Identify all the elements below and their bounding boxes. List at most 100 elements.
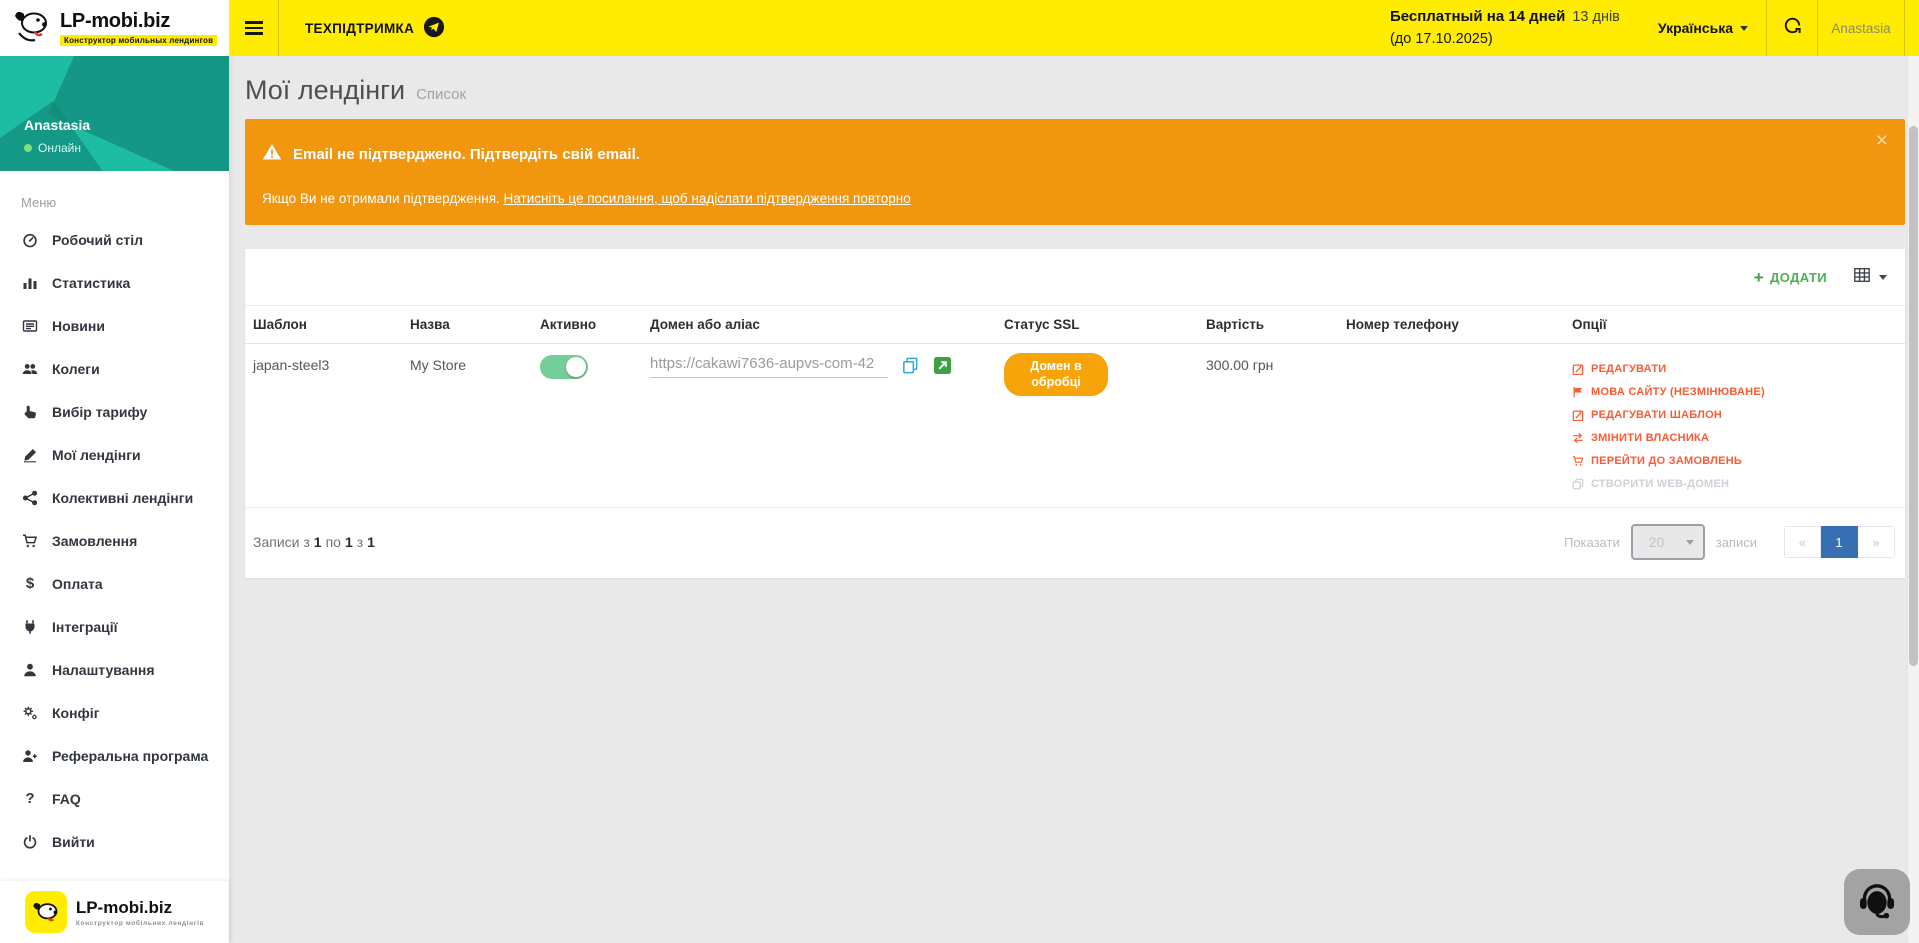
page-title: Мої лендінги — [245, 75, 405, 106]
col-domain[interactable]: Домен або аліас — [642, 306, 996, 344]
sidebar-item-integrations[interactable]: Інтеграції — [0, 605, 229, 648]
pagination-prev-button[interactable]: « — [1784, 526, 1821, 558]
user-menu[interactable]: Anastasia — [1818, 0, 1904, 56]
copy-icon[interactable] — [901, 356, 920, 375]
email-warning-banner: Email не підтверджено. Підтвердіть свій … — [245, 119, 1905, 225]
sidebar-item-colleagues[interactable]: Колеги — [0, 347, 229, 390]
edit-icon — [1572, 363, 1585, 375]
domain-input[interactable] — [650, 353, 888, 378]
telegram-icon — [423, 16, 445, 41]
sidebar-item-statistics[interactable]: Статистика — [0, 261, 229, 304]
newspaper-icon — [21, 318, 39, 334]
show-label: Показати — [1564, 535, 1620, 550]
cogs-icon — [21, 705, 39, 721]
sidebar-item-tariff[interactable]: Вибір тарифу — [0, 390, 229, 433]
user-plus-icon — [21, 748, 39, 764]
scrollbar-track — [1907, 56, 1919, 943]
dog-mascot-icon — [25, 891, 67, 933]
cell-name: My Store — [402, 344, 532, 508]
sidebar-item-label: Налаштування — [52, 662, 155, 678]
page-size-select[interactable]: 20 — [1631, 524, 1705, 560]
pagination-page-1-button[interactable]: 1 — [1821, 526, 1858, 558]
share-icon — [21, 490, 39, 506]
sidebar-footer-logo[interactable]: LP-mobi.biz Конструктор мобільних лендін… — [0, 881, 229, 943]
col-options[interactable]: Опції — [1564, 306, 1905, 344]
brand-logo[interactable]: LP-mobi.biz Конструктор мобильных лендин… — [0, 0, 229, 56]
profile-name: Anastasia — [24, 117, 229, 133]
sidebar-item-desktop[interactable]: Робочий стіл — [0, 218, 229, 261]
headset-icon — [1857, 880, 1897, 925]
sidebar-item-label: Конфіг — [52, 705, 100, 721]
add-landing-button[interactable]: + ДОДАТИ — [1754, 269, 1827, 286]
sidebar-item-referral[interactable]: Реферальна програма — [0, 734, 229, 777]
sidebar-toggle-button[interactable] — [229, 0, 279, 56]
scrollbar-thumb[interactable] — [1909, 126, 1918, 666]
sidebar-item-news[interactable]: Новини — [0, 304, 229, 347]
tech-support-link[interactable]: ТЕХПІДТРИМКА — [279, 0, 471, 56]
pagination-next-button[interactable]: » — [1858, 526, 1895, 558]
username-label: Anastasia — [1831, 21, 1890, 36]
sidebar-item-label: FAQ — [52, 791, 81, 807]
user-icon — [21, 662, 39, 678]
option-change-owner[interactable]: ЗМІНИТИ ВЛАСНИКА — [1572, 426, 1897, 449]
cell-phone — [1338, 344, 1564, 508]
cell-template: japan-steel3 — [245, 344, 402, 508]
clone-icon — [1572, 478, 1585, 490]
column-visibility-button[interactable] — [1853, 266, 1887, 289]
sidebar-item-label: Реферальна програма — [52, 748, 208, 764]
sidebar-item-settings[interactable]: Налаштування — [0, 648, 229, 691]
bar-chart-icon — [21, 275, 39, 291]
tachometer-icon — [21, 232, 39, 248]
footer-logo-title: LP-mobi.biz — [76, 898, 204, 918]
dog-mascot-icon — [12, 6, 52, 51]
sidebar-item-config[interactable]: Конфіг — [0, 691, 229, 734]
hand-pointer-icon — [21, 404, 39, 420]
col-price[interactable]: Вартість — [1198, 306, 1338, 344]
close-icon[interactable]: × — [1876, 130, 1888, 151]
pagination: « 1 » — [1784, 526, 1895, 558]
col-name[interactable]: Назва — [402, 306, 532, 344]
profile-status-label: Онлайн — [38, 141, 81, 155]
active-toggle[interactable] — [540, 355, 588, 379]
edit-icon — [1572, 409, 1585, 421]
trial-days-left: 13 днів — [1572, 7, 1620, 28]
language-label: Українська — [1658, 20, 1733, 36]
page-subtitle: Список — [416, 86, 466, 103]
col-active[interactable]: Активно — [532, 306, 642, 344]
sidebar-item-label: Інтеграції — [52, 619, 118, 635]
page-header: Мої лендінги Список — [229, 56, 1919, 119]
users-icon — [21, 361, 39, 377]
dollar-icon: $ — [21, 575, 39, 592]
sidebar-item-my-landings[interactable]: Мої лендінги — [0, 433, 229, 476]
refresh-button[interactable] — [1767, 0, 1817, 56]
cell-price: 300.00 грн — [1198, 344, 1338, 508]
alert-text: Якщо Ви не отримали підтвердження. — [262, 191, 500, 206]
sidebar-item-collective-landings[interactable]: Колективні лендінги — [0, 476, 229, 519]
support-label: ТЕХПІДТРИМКА — [305, 21, 414, 36]
sidebar-profile: Anastasia Онлайн — [0, 56, 229, 171]
sidebar-item-faq[interactable]: ? FAQ — [0, 777, 229, 820]
language-selector[interactable]: Українська — [1640, 0, 1766, 56]
sidebar-item-payment[interactable]: $ Оплата — [0, 562, 229, 605]
trial-plan-label: Бесплатный на 14 дней — [1390, 6, 1565, 28]
sidebar-item-label: Замовлення — [52, 533, 137, 549]
table-row: japan-steel3 My Store — [245, 344, 1905, 508]
sidebar-item-logout[interactable]: Вийти — [0, 820, 229, 863]
option-site-language[interactable]: МОВА САЙТУ (НЕЗМІНЮВАНЕ) — [1572, 380, 1897, 403]
table-grid-icon — [1853, 266, 1871, 289]
col-template[interactable]: Шаблон — [245, 306, 402, 344]
option-label: РЕДАГУВАТИ ШАБЛОН — [1591, 409, 1722, 421]
open-external-link-icon[interactable] — [933, 356, 952, 375]
option-edit-template[interactable]: РЕДАГУВАТИ ШАБЛОН — [1572, 403, 1897, 426]
option-edit[interactable]: РЕДАГУВАТИ — [1572, 357, 1897, 380]
col-phone[interactable]: Номер телефону — [1338, 306, 1564, 344]
support-chat-button[interactable] — [1844, 869, 1910, 935]
plug-icon — [21, 619, 39, 635]
warning-icon — [262, 142, 282, 166]
topbar: LP-mobi.biz Конструктор мобильных лендин… — [0, 0, 1919, 56]
col-ssl-status[interactable]: Статус SSL — [996, 306, 1198, 344]
option-go-to-orders[interactable]: ПЕРЕЙТИ ДО ЗАМОВЛЕНЬ — [1572, 449, 1897, 472]
sidebar-item-orders[interactable]: Замовлення — [0, 519, 229, 562]
sidebar-item-label: Оплата — [52, 576, 103, 592]
resend-confirmation-link[interactable]: Натисніть це посилання, щоб надіслати пі… — [504, 191, 911, 206]
